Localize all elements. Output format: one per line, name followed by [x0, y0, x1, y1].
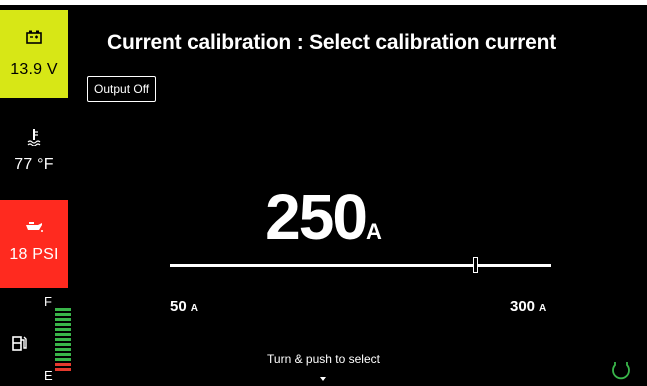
fuel-bar-segment — [55, 328, 71, 331]
slider-min-value: 50 — [170, 298, 187, 315]
slider-max-unit: A — [539, 303, 547, 314]
slider-min-unit: A — [190, 303, 198, 314]
slider-min-label: 50 A — [170, 298, 198, 316]
fuel-bar-segment — [55, 343, 71, 346]
battery-tile: 13.9 V — [0, 10, 68, 98]
battery-icon — [0, 30, 68, 49]
fuel-bar-segment — [55, 318, 71, 321]
slider-track — [170, 264, 551, 267]
slider-max-label: 300 A — [510, 298, 546, 316]
slider-thumb[interactable] — [473, 257, 478, 273]
fuel-bar-segment — [55, 368, 71, 371]
knob-icon — [610, 358, 632, 386]
fuel-bar-segment — [55, 348, 71, 351]
calibration-screen: 13.9 V 77 °F 18 PSI F E Current calibrat… — [0, 5, 647, 386]
caret-down-icon — [320, 377, 326, 381]
hint-text: Turn & push to select — [267, 352, 380, 366]
current-readout: 250A — [0, 180, 647, 254]
output-off-button[interactable]: Output Off — [87, 76, 157, 102]
fuel-bar-segment — [55, 323, 71, 326]
fuel-full-label: F — [44, 294, 52, 309]
thermometer-icon — [0, 128, 68, 151]
fuel-bar-segment — [55, 333, 71, 336]
calibration-current-slider[interactable] — [170, 257, 551, 273]
page-title: Current calibration : Select calibration… — [107, 31, 557, 54]
fuel-bar-segment — [55, 313, 71, 316]
fuel-bar-segment — [55, 338, 71, 341]
fuel-tile: F E — [0, 294, 71, 386]
fuel-empty-label: E — [44, 368, 53, 383]
temperature-value: 77 °F — [14, 156, 54, 173]
fuel-bar-segment — [55, 308, 71, 311]
slider-max-value: 300 — [510, 298, 536, 315]
battery-voltage: 13.9 V — [10, 61, 58, 78]
current-unit: A — [365, 219, 382, 244]
current-value: 250 — [265, 181, 368, 253]
